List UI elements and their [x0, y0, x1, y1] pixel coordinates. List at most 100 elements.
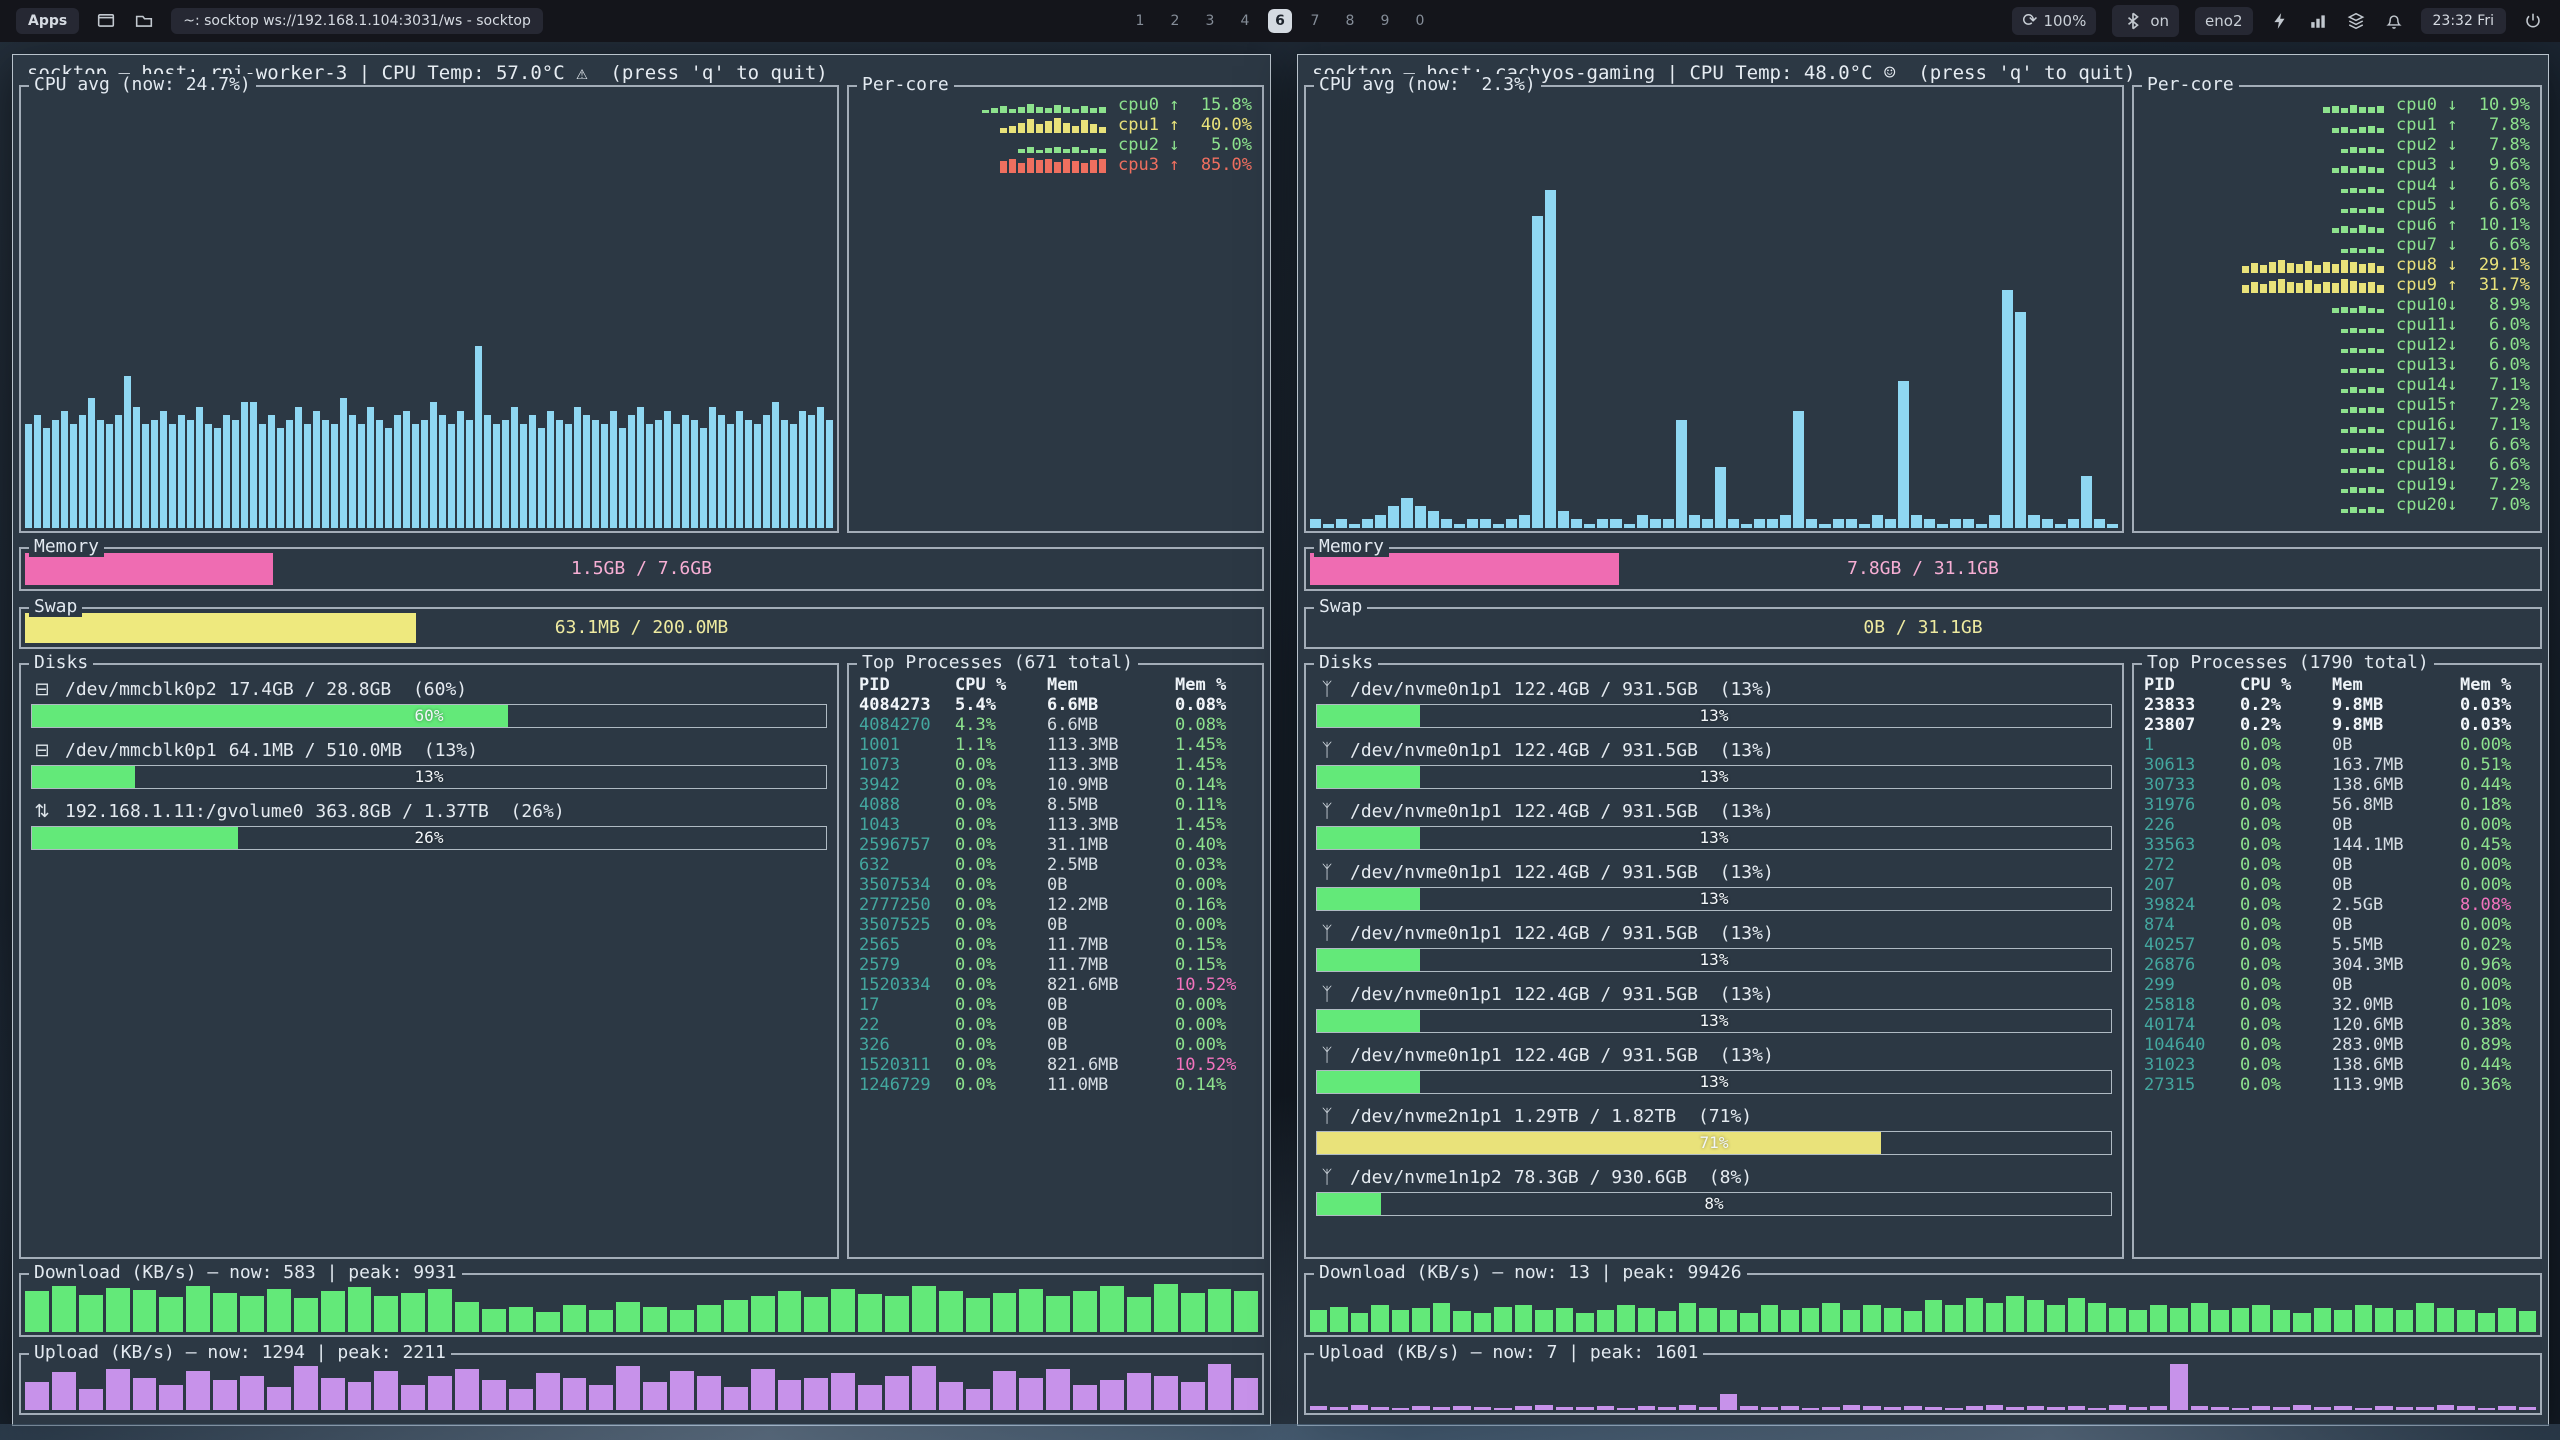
chart-bar: [294, 1366, 318, 1410]
chart-bar: [2368, 407, 2375, 413]
core-row: cpu14↓7.1%: [2144, 375, 2530, 395]
process-cell: 0B: [1047, 915, 1175, 935]
disk-bar-track: 71%: [1316, 1131, 2112, 1155]
apps-button[interactable]: Apps: [16, 8, 79, 34]
process-cell: 0.96%: [2460, 955, 2530, 975]
process-cell: 0.03%: [2460, 695, 2530, 715]
memory-label: Memory: [29, 536, 104, 557]
chart-bar: [1310, 1310, 1327, 1332]
process-cell: 0.00%: [2460, 735, 2530, 755]
chart-bar: [1843, 1405, 1860, 1410]
window-icon[interactable]: [95, 10, 117, 32]
core-value: 9.6%: [2468, 155, 2530, 175]
chart-bar: [2341, 249, 2348, 253]
workspace-6[interactable]: 6: [1268, 9, 1292, 33]
chart-bar: [1036, 150, 1043, 153]
process-cell: 207: [2144, 875, 2240, 895]
chart-bar: [2296, 264, 2303, 273]
chart-bar: [340, 398, 347, 528]
bluetooth-indicator[interactable]: on: [2112, 5, 2179, 37]
chart-bar: [1822, 1407, 1839, 1410]
disk-bar-track: 13%: [31, 765, 827, 789]
core-label: cpu12↓: [2396, 335, 2468, 355]
process-cell: 0.0%: [955, 755, 1047, 775]
chart-bar: [2519, 1311, 2536, 1332]
process-cell: 56.8MB: [2332, 795, 2460, 815]
chart-bar: [2359, 209, 2366, 213]
process-cell: 0.0%: [2240, 1035, 2332, 1055]
chart-bar: [628, 415, 635, 528]
network-indicator[interactable]: eno2: [2195, 7, 2252, 35]
disk-name: /dev/nvme0n1p1: [1350, 801, 1502, 822]
chart-bar: [1181, 1382, 1205, 1410]
power-profile-icon[interactable]: [2269, 10, 2291, 32]
chart-bar: [1494, 1307, 1511, 1332]
chart-bar: [1208, 1289, 1232, 1332]
clock[interactable]: 23:32 Fri: [2421, 8, 2506, 34]
chart-bar: [2437, 1308, 2454, 1332]
workspace-9[interactable]: 9: [1373, 9, 1397, 33]
chart-bar: [2129, 1310, 2146, 1332]
chart-bar: [1699, 1308, 1716, 1332]
process-cell: 1043: [859, 815, 955, 835]
power-icon[interactable]: [2522, 10, 2544, 32]
terminal-window-cachyos-gaming[interactable]: socktop — host: cachyos-gaming | CPU Tem…: [1297, 54, 2549, 1426]
cpu-graph-icon[interactable]: [2307, 10, 2329, 32]
chart-bar: [646, 424, 653, 528]
active-window-title[interactable]: ~: socktop ws://192.168.1.104:3031/ws - …: [171, 8, 543, 34]
desktop: Apps ~: socktop ws://192.168.1.104:3031/…: [0, 0, 2560, 1440]
disk-entry: ᛉ/dev/nvme0n1p1122.4GB / 931.5GB (13%)13…: [1316, 1041, 2112, 1102]
process-cell: 0B: [2332, 915, 2460, 935]
core-row: cpu12↓6.0%: [2144, 335, 2530, 355]
disks-label: Disks: [29, 652, 93, 673]
download-label: Download (KB/s) — now: 13 | peak: 99426: [1314, 1262, 1747, 1283]
workspace-7[interactable]: 7: [1303, 9, 1327, 33]
chart-bar: [2368, 328, 2375, 333]
sync-indicator[interactable]: ⟳ 100%: [2012, 7, 2096, 35]
folder-icon[interactable]: [133, 10, 155, 32]
core-sparkline: [2144, 197, 2384, 213]
workspace-1[interactable]: 1: [1128, 9, 1152, 33]
core-value: 6.6%: [2468, 455, 2530, 475]
workspace-4[interactable]: 4: [1233, 9, 1257, 33]
process-cell: 4088: [859, 795, 955, 815]
chart-bar: [267, 1289, 291, 1332]
chart-bar: [2269, 281, 2276, 293]
chart-bar: [2368, 207, 2375, 213]
upload-label: Upload (KB/s) — now: 1294 | peak: 2211: [29, 1342, 451, 1363]
chart-bar: [2334, 1406, 2351, 1410]
chart-bar: [1054, 162, 1061, 173]
chart-bar: [1474, 1313, 1491, 1332]
chart-bar: [1453, 1311, 1470, 1332]
chart-bar: [2341, 189, 2348, 193]
chart-bar: [1597, 1310, 1614, 1332]
core-row: cpu20↓7.0%: [2144, 495, 2530, 515]
chart-bar: [1966, 1298, 1983, 1332]
chart-bar: [1072, 161, 1079, 173]
workspace-3[interactable]: 3: [1198, 9, 1222, 33]
disk-bar-track: 8%: [1316, 1192, 2112, 1216]
chart-bar: [2341, 108, 2348, 113]
layers-icon[interactable]: [2345, 10, 2367, 32]
chart-bar: [1781, 1310, 1798, 1332]
chart-bar: [1740, 1406, 1757, 1410]
chart-bar: [1046, 1369, 1070, 1410]
chart-bar: [1515, 1305, 1532, 1332]
terminal-window-rpi-worker-3[interactable]: socktop — host: rpi-worker-3 | CPU Temp:…: [12, 54, 1271, 1426]
disk-percent-label: 60%: [32, 705, 826, 727]
chart-bar: [2341, 429, 2348, 433]
process-row: 273150.0%113.9MB0.36%: [2138, 1075, 2536, 1095]
workspace-2[interactable]: 2: [1163, 9, 1187, 33]
swap-label: Swap: [29, 596, 82, 617]
bell-icon[interactable]: [2383, 10, 2405, 32]
chart-bar: [1019, 1378, 1043, 1410]
process-cell: 0.44%: [2460, 1055, 2530, 1075]
chart-bar: [2350, 507, 2357, 513]
chart-bar: [2341, 279, 2348, 293]
chart-bar: [2269, 262, 2276, 273]
workspace-0[interactable]: 0: [1408, 9, 1432, 33]
process-cell: 0.0%: [2240, 895, 2332, 915]
process-cell: 0.15%: [1175, 955, 1252, 975]
workspace-8[interactable]: 8: [1338, 9, 1362, 33]
disk-entry: ᛉ/dev/nvme0n1p1122.4GB / 931.5GB (13%)13…: [1316, 736, 2112, 797]
